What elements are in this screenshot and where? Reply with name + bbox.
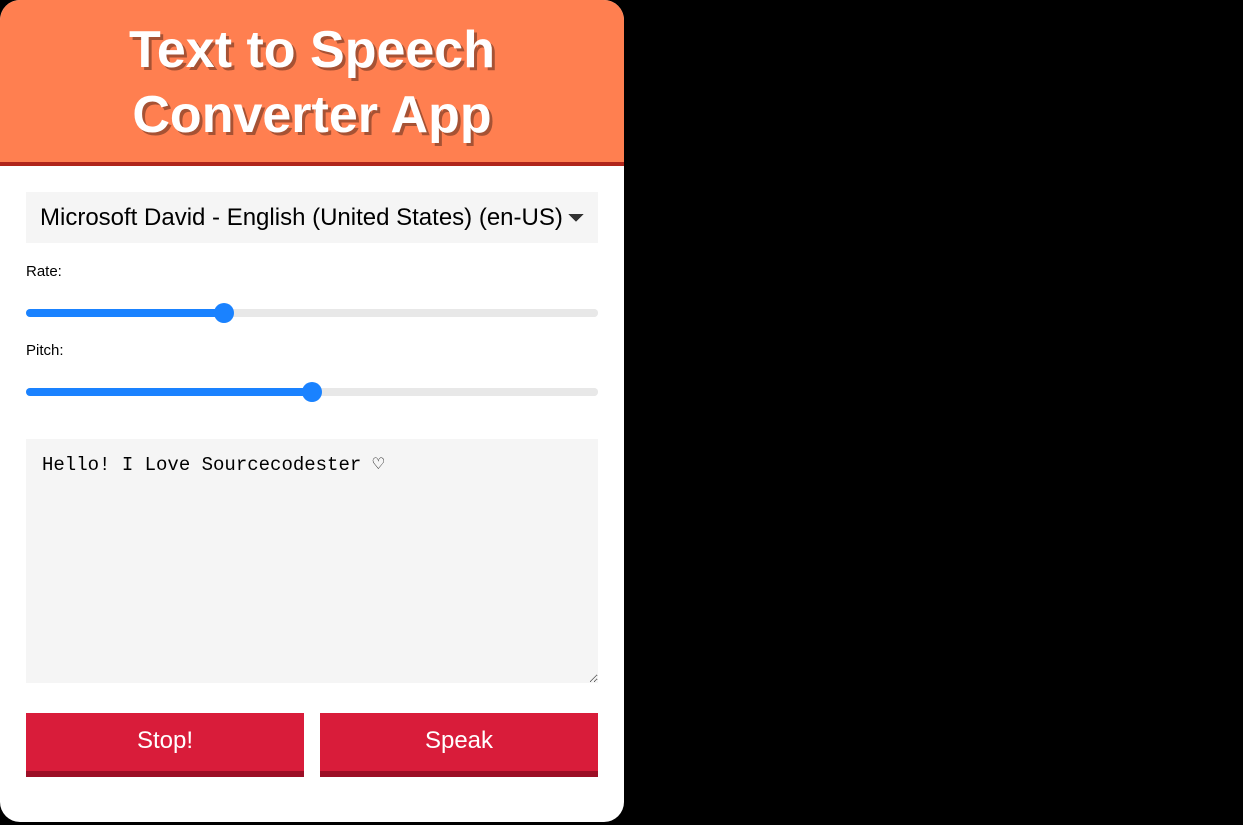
rate-label: Rate: — [26, 263, 598, 280]
text-input[interactable]: Hello! I Love Sourcecodester ♡ — [26, 439, 598, 683]
app-header: Text to Speech Converter App — [0, 0, 624, 166]
speak-button[interactable]: Speak — [320, 713, 598, 777]
button-row: Stop! Speak — [26, 713, 598, 777]
rate-slider[interactable] — [26, 309, 598, 317]
pitch-label: Pitch: — [26, 342, 598, 359]
stop-button[interactable]: Stop! — [26, 713, 304, 777]
pitch-group: Pitch: — [26, 342, 598, 401]
app-content: Microsoft David - English (United States… — [0, 166, 624, 801]
voice-select[interactable]: Microsoft David - English (United States… — [26, 192, 598, 243]
pitch-slider[interactable] — [26, 388, 598, 396]
app-card: Text to Speech Converter App Microsoft D… — [0, 0, 624, 822]
app-title: Text to Speech Converter App — [10, 18, 614, 148]
rate-group: Rate: — [26, 263, 598, 322]
